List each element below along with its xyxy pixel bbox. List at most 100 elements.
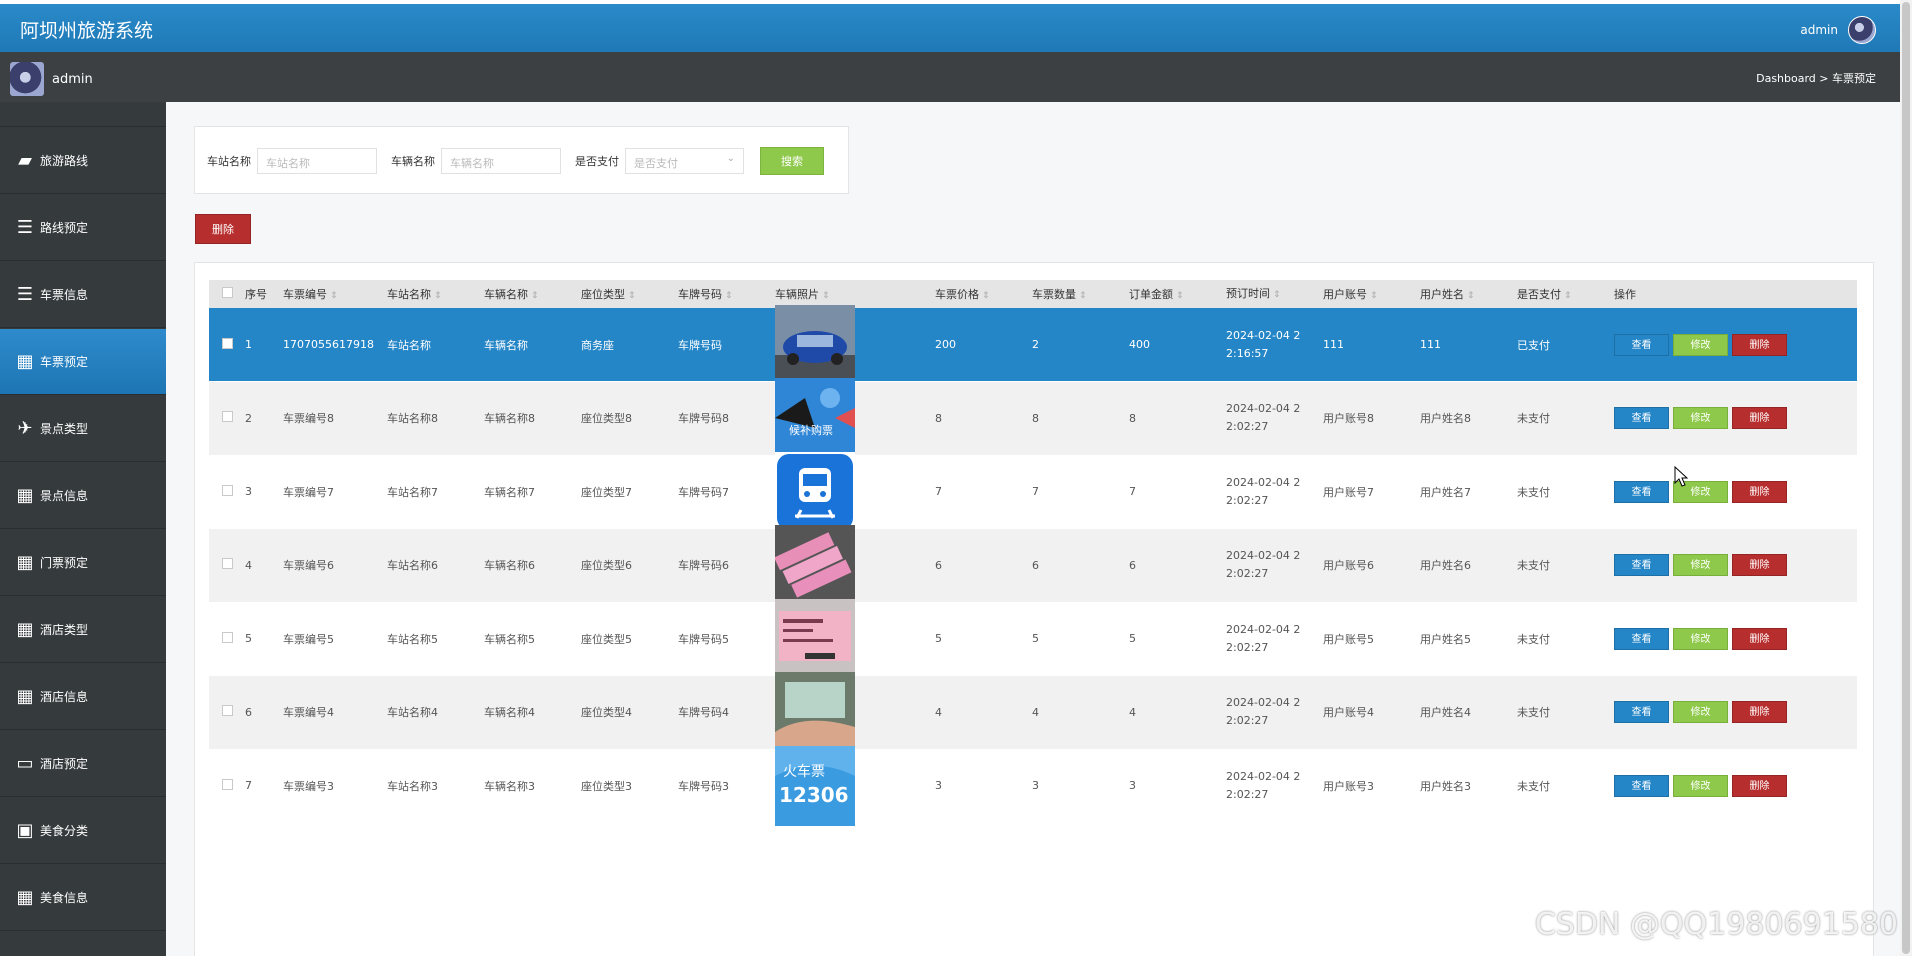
photo-cell: 候补购票: [775, 378, 935, 458]
cell-price: 5: [935, 632, 942, 645]
sort-icon[interactable]: ⇕: [1176, 291, 1184, 301]
table-row[interactable]: 7 车票编号3 车站名称3 车辆名称3 座位类型3 车牌号码3 火车票 12306 3 3 3 202…: [209, 745, 1857, 826]
view-button[interactable]: 查看: [1614, 774, 1669, 797]
cell-no: 1: [245, 338, 252, 351]
edit-button[interactable]: 修改: [1673, 407, 1728, 429]
batch-delete-button[interactable]: 删除: [195, 214, 251, 244]
column-header[interactable]: 车辆名称 ⇕: [484, 286, 581, 302]
search-button[interactable]: 搜索: [760, 147, 824, 175]
sidebar-item[interactable]: ☰ 路线预定: [0, 195, 166, 261]
station-input[interactable]: 车站名称: [257, 148, 377, 174]
row-actions: 查看 修改 删除: [1614, 407, 1800, 429]
column-header[interactable]: 车票数量 ⇕: [1032, 286, 1129, 302]
view-button[interactable]: 查看: [1614, 480, 1669, 503]
cell-num: 车票编号7: [283, 485, 334, 499]
edit-button[interactable]: 修改: [1673, 774, 1728, 797]
table-row[interactable]: 5 车票编号5 车站名称5 车辆名称5 座位类型5 车牌号码5 5 5 5 2024-02-04 …: [209, 598, 1857, 679]
column-header[interactable]: 预订时间 ⇕: [1226, 285, 1323, 304]
edit-button[interactable]: 修改: [1673, 701, 1728, 723]
column-header[interactable]: 座位类型 ⇕: [581, 286, 678, 302]
view-button[interactable]: 查看: [1614, 701, 1669, 723]
view-button[interactable]: 查看: [1614, 627, 1669, 650]
table-row[interactable]: 2 车票编号8 车站名称8 车辆名称8 座位类型8 车牌号码8 候补购票 8 8 8 2024-02…: [209, 378, 1857, 458]
row-checkbox[interactable]: [221, 337, 233, 349]
column-header[interactable]: 是否支付 ⇕: [1517, 286, 1614, 302]
sidebar-item[interactable]: ▦ 酒店信息: [0, 664, 166, 730]
top-user-menu[interactable]: admin: [1800, 16, 1876, 44]
column-header[interactable]: 用户姓名 ⇕: [1420, 286, 1517, 302]
edit-button[interactable]: 修改: [1673, 554, 1728, 576]
sort-icon[interactable]: ⇕: [1273, 290, 1281, 300]
sort-icon[interactable]: ⇕: [1079, 291, 1087, 301]
sidebar-item[interactable]: ☰ 车票信息: [0, 262, 166, 328]
sidebar-item[interactable]: ▦ 景点信息: [0, 463, 166, 529]
sidebar-item[interactable]: ✚用户: [0, 102, 166, 127]
svg-text:候补购票: 候补购票: [789, 423, 833, 437]
row-checkbox[interactable]: [221, 705, 233, 716]
car-input[interactable]: 车辆名称: [441, 148, 561, 174]
table-row[interactable]: 6 车票编号4 车站名称4 车辆名称4 座位类型4 车牌号码4 4 4 4 2024-02-04 …: [209, 672, 1857, 752]
sort-icon[interactable]: ⇕: [1467, 291, 1475, 301]
column-header[interactable]: 用户账号 ⇕: [1323, 286, 1420, 302]
cell-plate: 车牌号码4: [678, 706, 729, 719]
sidebar-item[interactable]: ▦ 车票预定: [0, 329, 166, 395]
row-checkbox[interactable]: [221, 411, 233, 422]
row-checkbox[interactable]: [221, 484, 233, 496]
edit-button[interactable]: 修改: [1673, 333, 1728, 356]
column-header-label: 用户姓名: [1420, 288, 1464, 301]
column-header[interactable]: 订单金额 ⇕: [1129, 286, 1226, 302]
cell-time: 2024-02-04 2 2:02:27: [1226, 696, 1301, 727]
cell-account: 用户账号6: [1323, 559, 1374, 572]
sort-icon[interactable]: ⇕: [330, 291, 338, 301]
column-header[interactable]: 车票价格 ⇕: [935, 286, 1032, 302]
sort-icon[interactable]: ⇕: [725, 291, 733, 301]
cell-plate: 车牌号码5: [678, 632, 729, 646]
sort-icon[interactable]: ⇕: [531, 291, 539, 301]
column-header[interactable]: 车站名称 ⇕: [387, 286, 484, 302]
view-button[interactable]: 查看: [1614, 333, 1669, 356]
page-scrollbar[interactable]: [1900, 0, 1912, 956]
row-actions: 查看 修改 删除: [1614, 554, 1800, 576]
delete-button[interactable]: 删除: [1732, 774, 1787, 797]
sort-icon[interactable]: ⇕: [1564, 291, 1572, 301]
row-checkbox[interactable]: [221, 631, 233, 643]
edit-button[interactable]: 修改: [1673, 627, 1728, 650]
cell-time: 2024-02-04 2 2:02:27: [1226, 402, 1301, 433]
sidebar-item[interactable]: ▦ 门票预定: [0, 530, 166, 596]
sidebar-item[interactable]: ✈ 景点类型: [0, 396, 166, 462]
delete-button[interactable]: 删除: [1732, 480, 1787, 503]
table-row[interactable]: 1 1707055617918 车站名称 车辆名称 商务座 车牌号码 200 2 400 2024…: [209, 304, 1857, 385]
sidebar-item[interactable]: ▣ 美食分类: [0, 798, 166, 864]
view-button[interactable]: 查看: [1614, 407, 1669, 429]
delete-button[interactable]: 删除: [1732, 627, 1787, 650]
select-all-checkbox[interactable]: [221, 287, 233, 298]
scrollbar-thumb[interactable]: [1902, 2, 1910, 954]
row-checkbox[interactable]: [221, 558, 233, 569]
sort-icon[interactable]: ⇕: [822, 291, 830, 301]
sidebar-item[interactable]: ▰ 旅游路线: [0, 128, 166, 194]
sort-icon[interactable]: ⇕: [982, 291, 990, 301]
sidebar-item[interactable]: ▦ 美食信息: [0, 865, 166, 931]
sidebar-item[interactable]: ▦ 酒店类型: [0, 597, 166, 663]
view-button[interactable]: 查看: [1614, 554, 1669, 576]
cell-plate: 车牌号码8: [678, 412, 729, 425]
delete-button[interactable]: 删除: [1732, 554, 1787, 576]
column-header[interactable]: 车牌号码 ⇕: [678, 286, 775, 302]
sidebar-item[interactable]: ▭ 酒店预定: [0, 731, 166, 797]
row-checkbox[interactable]: [221, 778, 233, 790]
cell-no: 2: [245, 411, 252, 425]
column-header[interactable]: 车票编号 ⇕: [283, 286, 387, 302]
cell-time: 2024-02-04 2 2:16:57: [1226, 328, 1301, 360]
paid-select[interactable]: 是否支付 ⌄: [625, 148, 744, 174]
mouse-cursor-icon: [1674, 466, 1688, 487]
table-row[interactable]: 3 车票编号7 车站名称7 车辆名称7 座位类型7 车牌号码7 7 7 7 2024-02-04 …: [209, 451, 1857, 532]
vehicle-photo: [775, 304, 855, 385]
table-row[interactable]: 4 车票编号6 车站名称6 车辆名称6 座位类型6 车牌号码6 6 6 6 2024-02-04 …: [209, 525, 1857, 605]
delete-button[interactable]: 删除: [1732, 407, 1787, 429]
sort-icon[interactable]: ⇕: [628, 291, 636, 301]
sort-icon[interactable]: ⇕: [1370, 291, 1378, 301]
delete-button[interactable]: 删除: [1732, 701, 1787, 723]
sort-icon[interactable]: ⇕: [434, 291, 442, 301]
delete-button[interactable]: 删除: [1732, 333, 1787, 356]
column-header[interactable]: 车辆照片 ⇕: [775, 286, 935, 302]
